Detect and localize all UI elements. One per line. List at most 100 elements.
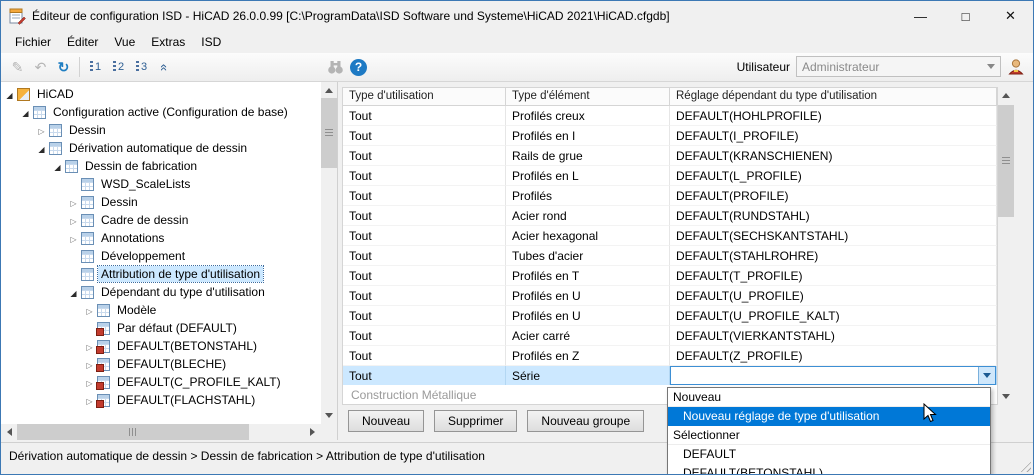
expander-expanded-icon[interactable] [67, 285, 80, 299]
new-button[interactable]: Nouveau [348, 410, 424, 432]
expander-collapsed-icon[interactable] [83, 357, 96, 371]
expander-collapsed-icon[interactable] [83, 303, 96, 317]
resize-grip[interactable] [1018, 459, 1031, 472]
help-button[interactable] [347, 56, 370, 78]
expander-collapsed-icon[interactable] [67, 213, 80, 227]
menu-item-isd[interactable]: ISD [193, 32, 229, 52]
table-row[interactable]: Tout Tubes d'acier DEFAULT(STAHLROHRE) [343, 246, 997, 266]
tree-item[interactable]: Configuration active (Configuration de b… [1, 103, 321, 121]
table-row[interactable]: Tout Rails de grue DEFAULT(KRANSCHIENEN) [343, 146, 997, 166]
edit-icon[interactable] [6, 56, 29, 78]
column-header-element-type[interactable]: Type d'élément [506, 88, 670, 106]
user-combobox[interactable]: Administrateur [796, 56, 1001, 77]
user-area: Utilisateur Administrateur [737, 56, 1025, 77]
table-row[interactable]: Tout Profilés creux DEFAULT(HOHLPROFILE) [343, 106, 997, 126]
chevron-down-icon[interactable] [978, 367, 995, 384]
dropdown-item-highlighted[interactable]: Nouveau réglage de type d'utilisation [668, 407, 990, 426]
tree-item-label: WSD_ScaleLists [98, 176, 193, 192]
cell-usage: Tout [343, 186, 506, 206]
menu-item-vue[interactable]: Vue [106, 32, 143, 52]
new-group-button[interactable]: Nouveau groupe [527, 410, 644, 432]
user-icon[interactable] [1007, 58, 1025, 76]
tree-item[interactable]: Dessin de fabrication [1, 157, 321, 175]
combobox-value [671, 367, 978, 384]
tree-item[interactable]: Annotations [1, 229, 321, 247]
scroll-down-icon[interactable] [321, 408, 337, 424]
tree-item[interactable]: DEFAULT(C_PROFILE_KALT) [1, 373, 321, 391]
tree-horizontal-scrollbar[interactable] [1, 424, 337, 440]
tree-item-label: Annotations [98, 230, 167, 246]
tree-item[interactable]: Cadre de dessin [1, 211, 321, 229]
search-icon[interactable] [324, 56, 347, 78]
column-header-setting[interactable]: Réglage dépendant du type d'utilisation [670, 88, 997, 106]
tree-item[interactable]: Modèle [1, 301, 321, 319]
expander-collapsed-icon[interactable] [35, 123, 48, 137]
scroll-up-icon[interactable] [321, 82, 337, 98]
scroll-right-icon[interactable] [305, 424, 321, 440]
expander-expanded-icon[interactable] [3, 87, 16, 101]
minimize-button[interactable]: — [898, 1, 943, 31]
tree-item[interactable]: Dessin [1, 193, 321, 211]
table-row[interactable]: Tout Profilés en U DEFAULT(U_PROFILE_KAL… [343, 306, 997, 326]
collapse-tree-icon: « [157, 63, 172, 70]
scroll-left-icon[interactable] [1, 424, 17, 440]
cell-setting: DEFAULT(HOHLPROFILE) [670, 106, 997, 126]
table-row[interactable]: Tout Profilés en L DEFAULT(L_PROFILE) [343, 166, 997, 186]
cell-element: Profilés en I [506, 126, 670, 146]
tree-item[interactable]: DEFAULT(BLECHE) [1, 355, 321, 373]
tree-item-selected[interactable]: Attribution de type d'utilisation [1, 265, 321, 283]
column-header-usage-type[interactable]: Type d'utilisation [343, 88, 506, 106]
expander-collapsed-icon[interactable] [83, 375, 96, 389]
table-row[interactable]: Tout Profilés en Z DEFAULT(Z_PROFILE) [343, 346, 997, 366]
dropdown-item[interactable]: DEFAULT [668, 445, 990, 464]
tree-item[interactable]: Dessin [1, 121, 321, 139]
table-row[interactable]: Tout Profilés en U DEFAULT(U_PROFILE) [343, 286, 997, 306]
maximize-button[interactable]: □ [943, 1, 988, 31]
cell-usage: Tout [343, 346, 506, 366]
expander-expanded-icon[interactable] [51, 159, 64, 173]
collapse-tree-button[interactable]: « [153, 56, 176, 78]
scrollbar-thumb[interactable] [321, 98, 337, 168]
usage-setting-combobox[interactable] [670, 366, 996, 385]
table-row[interactable]: Tout Acier hexagonal DEFAULT(SECHSKANTST… [343, 226, 997, 246]
tree-item[interactable]: Dérivation automatique de dessin [1, 139, 321, 157]
expander-expanded-icon[interactable] [19, 105, 32, 119]
expander-collapsed-icon[interactable] [67, 195, 80, 209]
tree-item[interactable]: WSD_ScaleLists [1, 175, 321, 193]
table-row[interactable]: Tout Acier carré DEFAULT(VIERKANTSTAHL) [343, 326, 997, 346]
scrollbar-thumb[interactable] [17, 424, 249, 440]
tree-item[interactable]: Dépendant du type d'utilisation [1, 283, 321, 301]
table-row[interactable]: Tout Profilés en I DEFAULT(I_PROFILE) [343, 126, 997, 146]
undo-icon[interactable] [29, 56, 52, 78]
delete-button[interactable]: Supprimer [434, 410, 517, 432]
table-row[interactable]: Tout Profilés en T DEFAULT(T_PROFILE) [343, 266, 997, 286]
table-row[interactable]: Tout Profilés DEFAULT(PROFILE) [343, 186, 997, 206]
scrollbar-thumb[interactable] [998, 105, 1014, 217]
menu-item-editer[interactable]: Éditer [59, 32, 106, 52]
close-button[interactable]: ✕ [988, 1, 1033, 31]
dropdown-item[interactable]: DEFAULT(BETONSTAHL) [668, 464, 990, 475]
expander-collapsed-icon[interactable] [83, 393, 96, 407]
expander-collapsed-icon[interactable] [67, 231, 80, 245]
expand-level-2-button[interactable]: 2 [107, 56, 130, 78]
tree-item[interactable]: DEFAULT(FLACHSTAHL) [1, 391, 321, 409]
tree-item[interactable]: Développement [1, 247, 321, 265]
expand-level-3-button[interactable]: 3 [130, 56, 153, 78]
expand-level-1-button[interactable]: 1 [84, 56, 107, 78]
table-vertical-scrollbar[interactable] [998, 87, 1014, 405]
menu-item-fichier[interactable]: Fichier [7, 32, 59, 52]
table-row[interactable]: Tout Acier rond DEFAULT(RUNDSTAHL) [343, 206, 997, 226]
cell-element: Profilés en T [506, 266, 670, 286]
tree-item[interactable]: HiCAD [1, 85, 321, 103]
tree-vertical-scrollbar[interactable] [321, 82, 337, 424]
expander-collapsed-icon[interactable] [83, 339, 96, 353]
expander-expanded-icon[interactable] [35, 141, 48, 155]
tree-item[interactable]: DEFAULT(BETONSTAHL) [1, 337, 321, 355]
tree-item[interactable]: Par défaut (DEFAULT) [1, 319, 321, 337]
table-row-selected[interactable]: Tout Série [343, 366, 997, 386]
cell-usage: Tout [343, 166, 506, 186]
menu-item-extras[interactable]: Extras [143, 32, 193, 52]
scroll-down-icon[interactable] [998, 389, 1014, 405]
refresh-icon[interactable] [52, 56, 75, 78]
scroll-up-icon[interactable] [998, 87, 1014, 103]
